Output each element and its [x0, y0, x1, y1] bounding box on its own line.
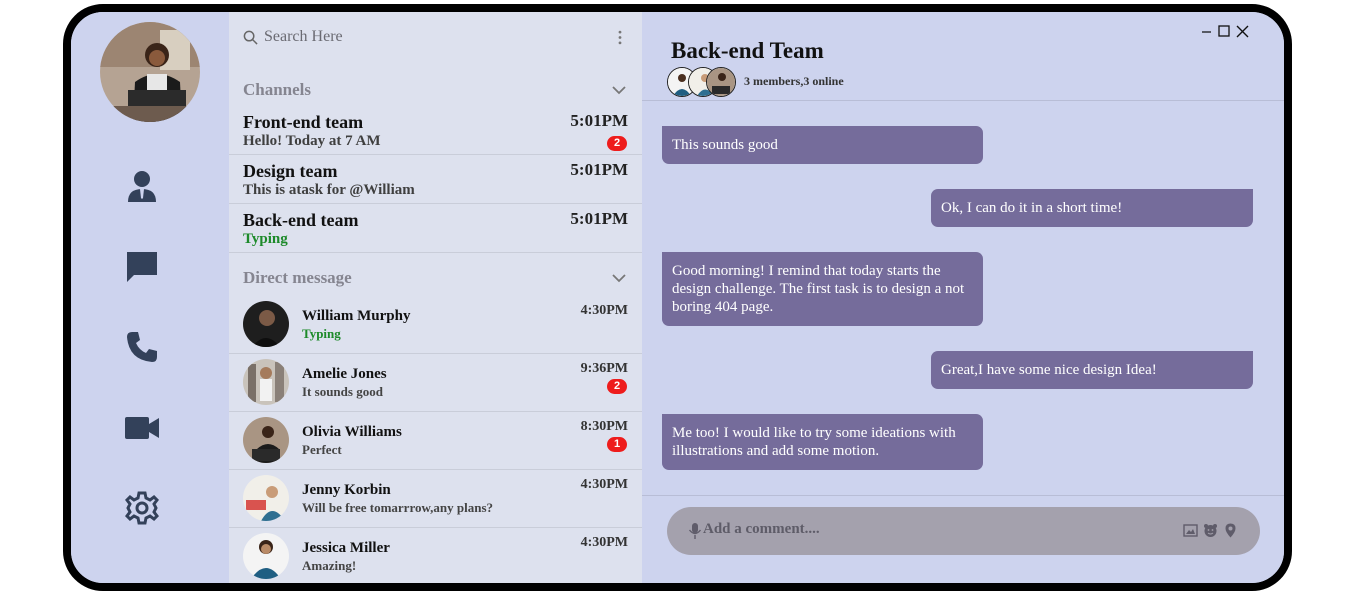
dm-item-jessica-miller[interactable]: Jessica Miller Amazing! 4:30PM: [229, 528, 642, 583]
contact-name: Jessica Miller: [302, 540, 390, 556]
typing-indicator: Typing: [243, 231, 288, 247]
members-status: 3 members,3 online: [744, 74, 844, 88]
composer-divider: [642, 495, 1284, 496]
window-controls: [1200, 24, 1250, 40]
dm-item-william-murphy[interactable]: William Murphy Typing 4:30PM: [229, 296, 642, 354]
chat-title: Back-end Team: [671, 38, 824, 63]
app-window: Channels Front-end team Hello! Today at …: [63, 4, 1292, 591]
minimize-icon[interactable]: [1200, 24, 1214, 38]
microphone-icon[interactable]: [688, 523, 702, 539]
emoji-icon[interactable]: [1203, 523, 1218, 538]
chat-panel: Back-end Team 3 members,3 online This so…: [642, 12, 1284, 583]
message-bubble-incoming: Me too! I would like to try some ideatio…: [662, 414, 983, 470]
message-bubble-incoming: Good morning! I remind that today starts…: [662, 252, 983, 326]
avatar: [706, 67, 736, 97]
avatar: [243, 533, 289, 579]
header-divider: [642, 100, 1284, 101]
chat-bubble-icon[interactable]: [123, 248, 161, 286]
last-message: It sounds good: [302, 384, 383, 399]
channel-item-design[interactable]: Design team This is atask for @William 5…: [229, 155, 642, 204]
message-time: 8:30PM: [580, 419, 628, 434]
person-icon[interactable]: [123, 167, 161, 205]
message-time: 4:30PM: [580, 477, 628, 492]
message-time: 4:30PM: [580, 535, 628, 550]
message-bubble-outgoing: Great,I have some nice design Idea!: [931, 351, 1253, 389]
channel-time: 5:01PM: [570, 209, 628, 228]
conversation-list: Channels Front-end team Hello! Today at …: [229, 12, 642, 583]
search-icon: [243, 30, 258, 45]
more-options-icon[interactable]: [613, 28, 627, 46]
channel-item-front-end[interactable]: Front-end team Hello! Today at 7 AM 5:01…: [229, 106, 642, 155]
contact-name: Amelie Jones: [302, 366, 387, 382]
channel-time: 5:01PM: [570, 111, 628, 130]
message-bubble-incoming: This sounds good: [662, 126, 983, 164]
avatar: [243, 359, 289, 405]
last-message: Amazing!: [302, 558, 357, 573]
user-avatar[interactable]: [100, 22, 200, 122]
close-icon[interactable]: [1235, 24, 1249, 38]
nav-rail: [71, 12, 229, 583]
dm-item-amelie-jones[interactable]: Amelie Jones It sounds good 9:36PM 2: [229, 354, 642, 412]
channels-section-header[interactable]: Channels: [243, 80, 627, 104]
channel-time: 5:01PM: [570, 160, 628, 179]
channel-last-message: Hello! Today at 7 AM: [243, 133, 381, 149]
image-icon[interactable]: [1183, 523, 1198, 538]
channel-last-message: This is atask for @William: [243, 182, 415, 198]
location-pin-icon[interactable]: [1223, 523, 1238, 538]
channels-header-label: Channels: [243, 80, 312, 99]
comment-input[interactable]: [703, 521, 1143, 538]
last-message: Perfect: [302, 442, 342, 457]
chevron-down-icon: [612, 274, 626, 283]
channel-name: Design team: [243, 161, 338, 181]
phone-icon[interactable]: [123, 328, 161, 366]
search-input[interactable]: [264, 28, 584, 46]
direct-message-section-header[interactable]: Direct message: [243, 268, 627, 292]
dm-item-jenny-korbin[interactable]: Jenny Korbin Will be free tomarrrow,any …: [229, 470, 642, 528]
dm-item-olivia-williams[interactable]: Olivia Williams Perfect 8:30PM 1: [229, 412, 642, 470]
channel-item-back-end[interactable]: Back-end team Typing 5:01PM: [229, 204, 642, 253]
channel-name: Back-end team: [243, 210, 359, 230]
contact-name: Olivia Williams: [302, 424, 402, 440]
settings-gear-icon[interactable]: [123, 489, 161, 527]
unread-badge: 1: [607, 437, 627, 452]
direct-message-header-label: Direct message: [243, 268, 352, 287]
avatar: [243, 475, 289, 521]
video-camera-icon[interactable]: [123, 409, 161, 447]
unread-badge: 2: [607, 379, 627, 394]
message-bubble-outgoing: Ok, I can do it in a short time!: [931, 189, 1253, 227]
message-time: 9:36PM: [580, 361, 628, 376]
typing-indicator: Typing: [302, 326, 341, 341]
chevron-down-icon: [612, 86, 626, 95]
comment-composer: [667, 507, 1260, 555]
search-bar: [243, 26, 627, 48]
channel-name: Front-end team: [243, 112, 364, 132]
contact-name: William Murphy: [302, 308, 411, 324]
unread-badge: 2: [607, 136, 627, 151]
last-message: Will be free tomarrrow,any plans?: [302, 500, 494, 515]
message-time: 4:30PM: [580, 303, 628, 318]
avatar: [243, 301, 289, 347]
avatar: [243, 417, 289, 463]
contact-name: Jenny Korbin: [302, 482, 391, 498]
maximize-icon[interactable]: [1217, 24, 1231, 38]
member-avatars[interactable]: [667, 67, 747, 97]
